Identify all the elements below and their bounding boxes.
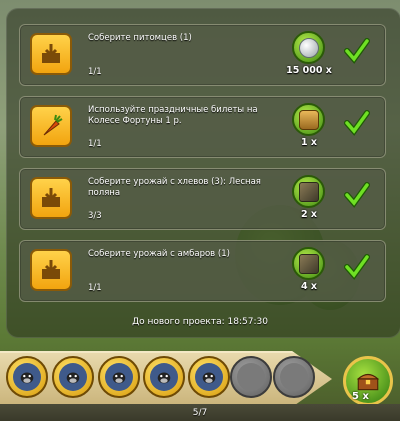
task-row: Соберите урожай с амбаров (1) 1/1 4 x [19,240,386,302]
task-title: Соберите урожай с амбаров (1) [88,249,230,259]
task-row: Соберите урожай с хлевов (3): Лесная пол… [19,168,386,230]
reward-count: 2 x [300,209,318,220]
project-timer: До нового проекта: 18:57:30 [132,317,268,327]
reward-badge[interactable] [292,31,325,64]
task-title: Соберите урожай с хлевов (3): Лесная пол… [88,177,261,198]
final-reward-count: 5 x [352,391,369,402]
empty-slot-icon [237,363,265,391]
reward-badge[interactable] [292,247,325,280]
reward-count: 1 x [300,137,318,148]
task-progress: 1/1 [88,283,102,293]
cow-face-icon [195,363,223,391]
check-icon [344,254,370,280]
deposit-box-icon [30,177,72,219]
check-icon [344,38,370,64]
stage-medal[interactable] [188,356,230,398]
check-icon [344,110,370,136]
stage-medal-empty[interactable] [273,356,315,398]
seed-pack-icon [298,253,319,274]
stage-medal[interactable] [52,356,94,398]
empty-slot-icon [280,363,308,391]
cow-face-icon [13,363,41,391]
reward-badge[interactable] [292,103,325,136]
task-progress: 3/3 [88,211,102,221]
task-progress: 1/1 [88,139,102,149]
cow-face-icon [59,363,87,391]
task-row: Используйте праздничные билеты на Колесе… [19,96,386,158]
seed-pack-icon [298,181,319,202]
task-progress: 1/1 [88,67,102,77]
stage-medal[interactable] [98,356,140,398]
reward-badge[interactable] [292,175,325,208]
carrot-icon [30,105,72,147]
stage-medal-empty[interactable] [230,356,272,398]
deposit-box-icon [30,33,72,75]
silver-coin-icon [298,37,319,58]
task-row: Соберите питомцев (1) 1/1 15 000 x [19,24,386,86]
reward-count: 4 x [300,281,318,292]
cow-face-icon [150,363,178,391]
stage-medal[interactable] [143,356,185,398]
stage-counter: 5/7 [192,408,208,418]
task-title: Соберите питомцев (1) [88,33,192,43]
deposit-box-icon [30,249,72,291]
cow-face-icon [105,363,133,391]
check-icon [344,182,370,208]
stage-medal[interactable] [6,356,48,398]
task-title: Используйте праздничные билеты на Колесе… [88,105,258,126]
bag-icon [298,109,319,130]
reward-count: 15 000 x [286,65,332,76]
